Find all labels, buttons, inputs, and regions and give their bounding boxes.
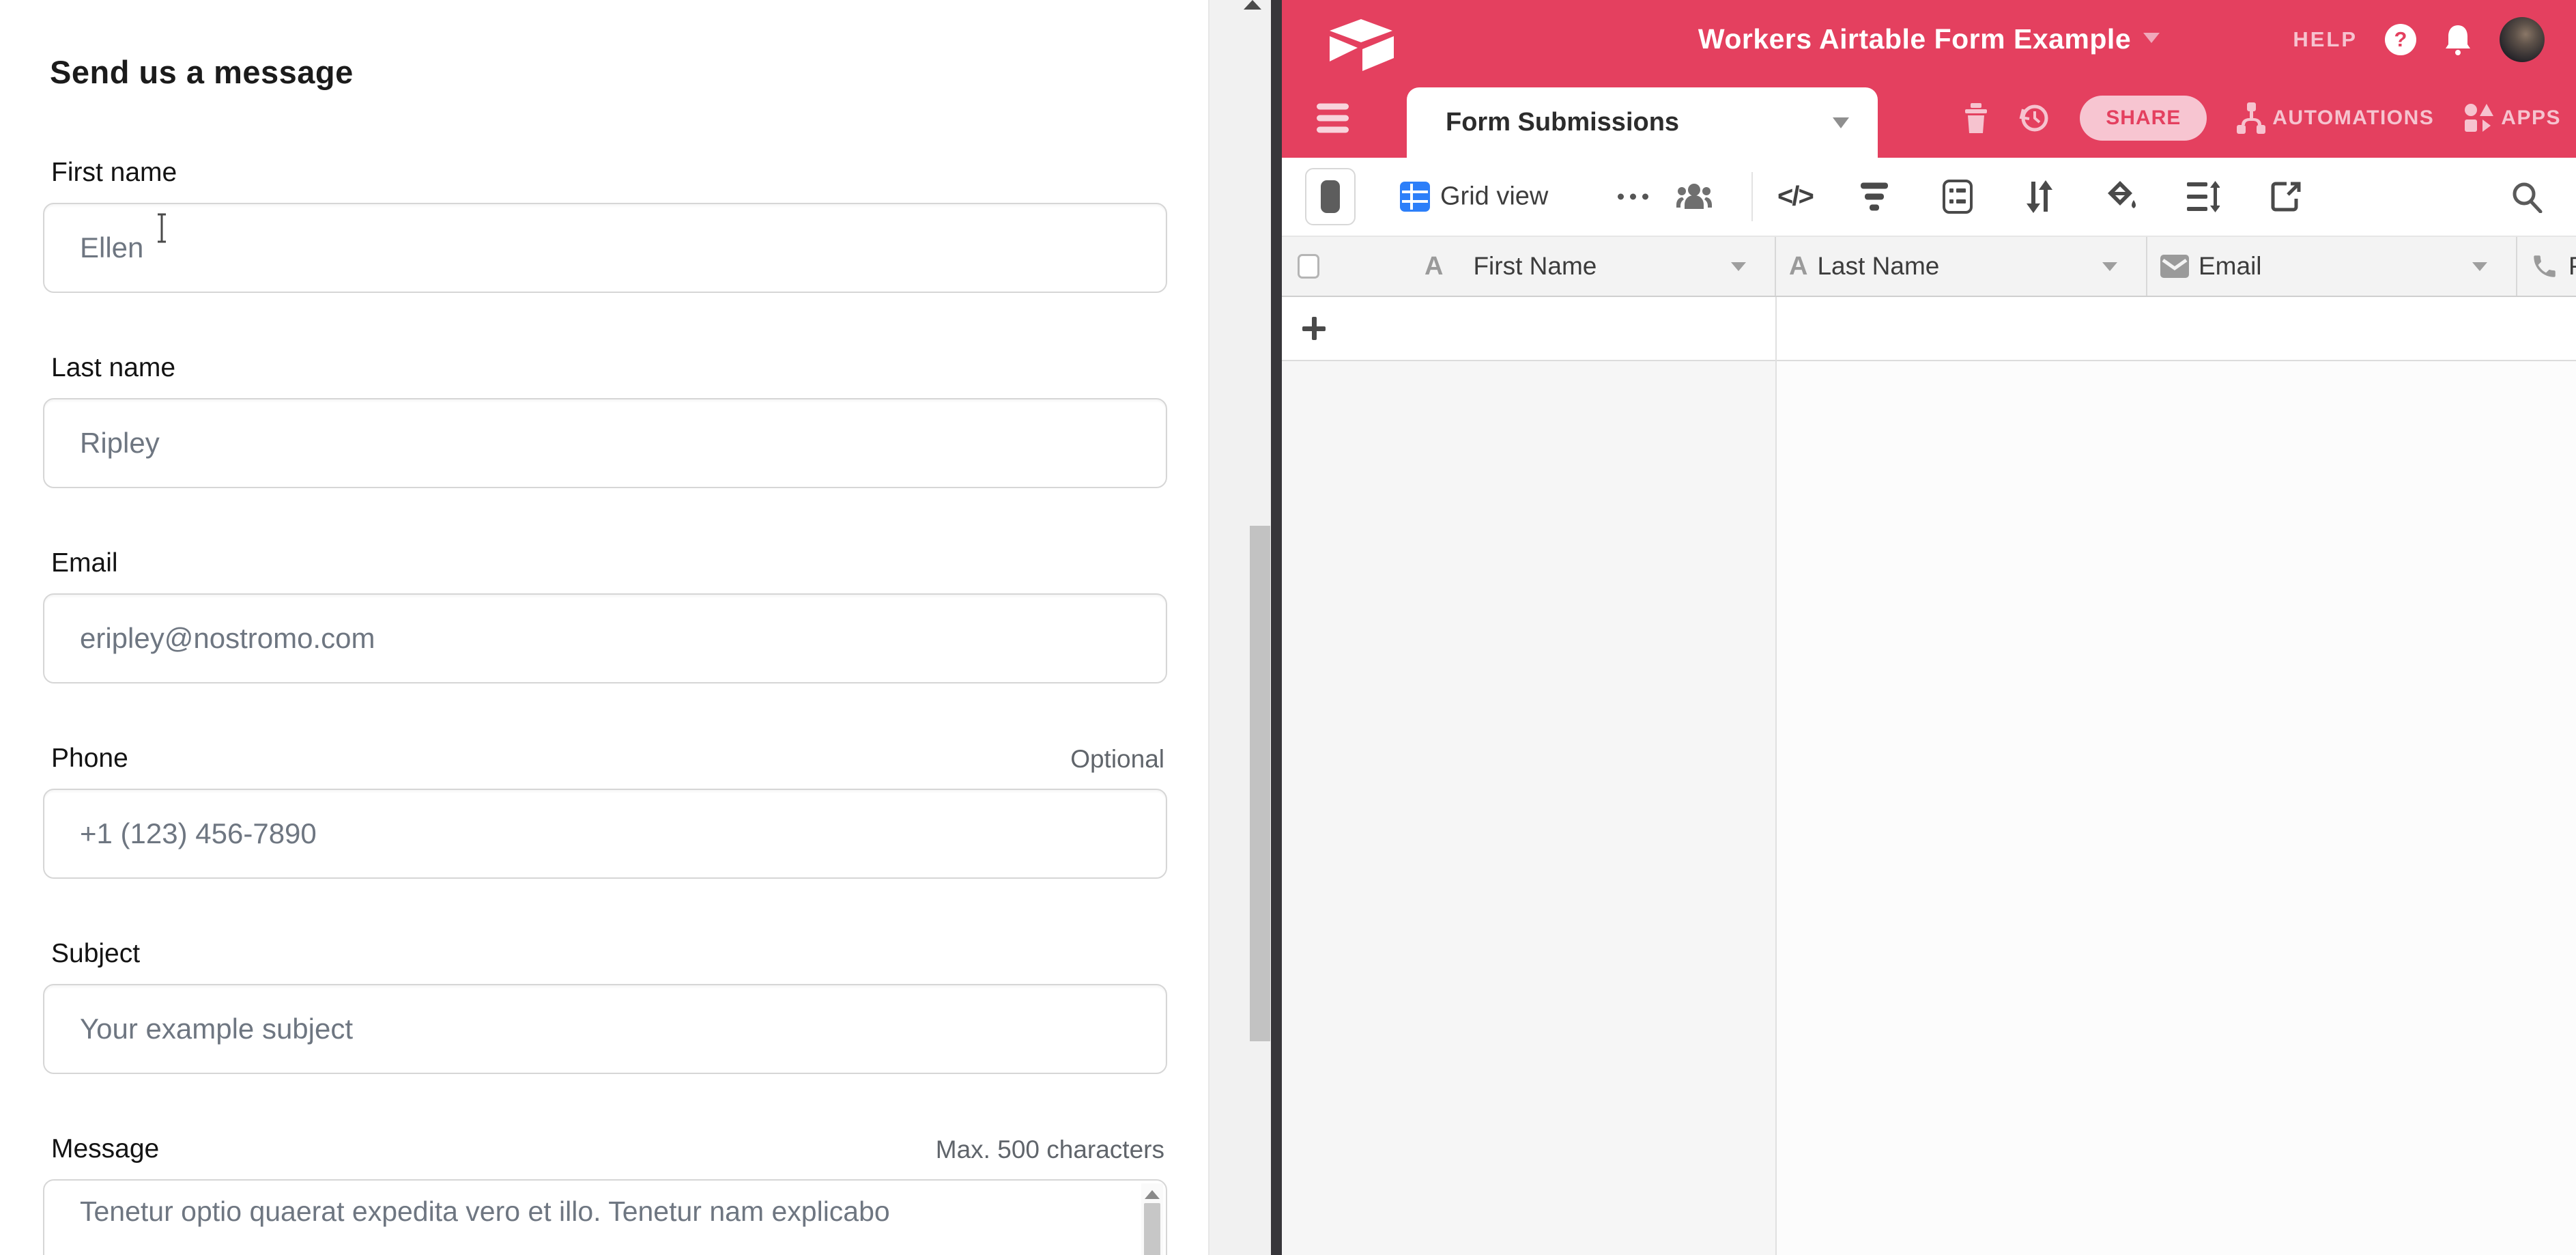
share-button-label: SHARE [2106,107,2181,130]
grid-view-icon [1399,181,1431,212]
message-label: Message [51,1134,159,1164]
automations-button[interactable]: AUTOMATIONS [2237,102,2434,134]
form-heading: Send us a message [50,53,1167,91]
airtable-window: Workers Airtable Form Example HELP ? For… [1282,0,2576,1255]
table-tab-form-submissions[interactable]: Form Submissions [1407,87,1878,158]
textarea-scrollbar-thumb[interactable] [1144,1203,1160,1255]
field-last-name: Last name Ripley [43,353,1167,488]
last-name-input[interactable]: Ripley [43,398,1167,488]
phone-field-icon [2530,252,2559,281]
color-icon[interactable] [2106,180,2138,214]
column-name: Email [2199,252,2262,281]
field-subject: Subject Your example subject [43,939,1167,1074]
column-menu-caret-icon[interactable] [2472,262,2487,271]
base-title[interactable]: Workers Airtable Form Example [1698,23,2131,55]
text-field-icon: A [1425,252,1443,281]
email-label: Email [51,548,118,578]
message-max-chars-hint: Max. 500 characters [936,1136,1164,1164]
contact-form-page: Send us a message First name Ellen Last … [0,0,1208,1255]
last-name-label: Last name [51,353,175,383]
email-placeholder: eripley@nostromo.com [80,622,375,655]
column-header-first-name[interactable]: A First Name [1412,237,1776,296]
column-name: Last Name [1817,252,1939,281]
grid-header-row: A First Name A Last Name Email [1282,237,2576,297]
filter-icon[interactable] [1861,183,1888,211]
field-email: Email eripley@nostromo.com [43,548,1167,683]
column-header-phone[interactable]: Phone [2517,237,2576,296]
textarea-scrollbar[interactable] [1141,1183,1163,1255]
phone-placeholder: +1 (123) 456-7890 [80,817,317,850]
view-toolbar: Grid view </> [1282,158,2576,237]
phone-label: Phone [51,744,128,774]
field-phone: Phone Optional +1 (123) 456-7890 [43,744,1167,879]
view-name[interactable]: Grid view [1440,182,1548,212]
view-sidebar-toggle-button[interactable] [1305,168,1356,225]
page-scrollbar-thumb[interactable] [1250,526,1270,1041]
phone-optional-hint: Optional [1070,745,1164,774]
select-all-checkbox[interactable] [1298,254,1319,279]
toolbar-divider [1751,172,1753,221]
phone-input[interactable]: +1 (123) 456-7890 [43,789,1167,879]
subject-placeholder: Your example subject [80,1013,353,1045]
column-header-last-name[interactable]: A Last Name [1776,237,2147,296]
apps-icon [2464,103,2494,133]
collaborators-icon[interactable] [1676,182,1712,212]
first-name-input[interactable]: Ellen [43,203,1167,293]
first-name-label: First name [51,158,177,188]
add-row-plus-icon[interactable] [1301,315,1327,341]
notifications-bell-icon[interactable] [2444,24,2472,55]
page-scroll-up-arrow-icon[interactable] [1244,0,1261,10]
share-view-icon[interactable] [2270,181,2302,212]
add-row[interactable] [1282,297,2576,361]
trash-icon[interactable] [1964,103,1988,133]
column-name: First Name [1473,252,1597,281]
email-field-icon [2160,255,2189,278]
last-name-placeholder: Ripley [80,427,160,460]
airtable-topbar: Workers Airtable Form Example HELP ? [1282,0,2576,79]
group-icon[interactable] [1943,180,1973,214]
field-message: Message Max. 500 characters Tenetur opti… [43,1134,1167,1255]
column-name: Phone [2568,252,2576,281]
grid-body-frozen-area [1282,361,1775,1255]
email-input[interactable]: eripley@nostromo.com [43,593,1167,683]
grid-body-scroll-area [1777,361,2576,1255]
window-divider [1271,0,1282,1255]
row-height-icon[interactable] [2187,181,2220,212]
user-avatar[interactable] [2500,17,2545,62]
share-button[interactable]: SHARE [2080,96,2207,141]
automations-label: AUTOMATIONS [2272,107,2434,130]
frozen-column-divider [1775,297,1777,1255]
base-title-caret-icon[interactable] [2143,33,2160,43]
hamburger-menu-icon[interactable] [1317,104,1349,133]
select-all-cell [1282,237,1412,296]
sort-icon[interactable] [2024,180,2055,213]
screen: Send us a message First name Ellen Last … [0,0,2576,1255]
apps-button[interactable]: APPS [2464,103,2561,133]
column-header-email[interactable]: Email [2147,237,2517,296]
message-textarea[interactable]: Tenetur optio quaerat expedita vero et i… [43,1179,1167,1255]
help-question-icon[interactable]: ? [2385,24,2416,55]
text-cursor-icon [155,212,169,244]
apps-label: APPS [2501,107,2561,130]
first-name-placeholder: Ellen [80,231,143,264]
api-code-icon[interactable]: </> [1777,182,1813,212]
field-first-name: First name Ellen [43,158,1167,293]
search-icon[interactable] [2510,180,2543,213]
subject-input[interactable]: Your example subject [43,984,1167,1074]
page-scrollbar[interactable] [1208,0,1271,1255]
table-caret-icon[interactable] [1833,117,1849,128]
sidebar-toggle-pill-icon [1321,180,1340,213]
help-button[interactable]: HELP [2293,27,2358,52]
automations-icon [2237,102,2265,134]
column-menu-caret-icon[interactable] [2102,262,2117,271]
subject-label: Subject [51,939,140,969]
view-more-options-icon[interactable] [1618,194,1648,200]
message-placeholder: Tenetur optio quaerat expedita vero et i… [80,1196,1104,1228]
airtable-tabbar: Form Submissions [1282,79,2576,158]
scroll-up-arrow-icon[interactable] [1145,1190,1160,1199]
column-menu-caret-icon[interactable] [1731,262,1746,271]
history-icon[interactable] [2018,102,2050,134]
table-name: Form Submissions [1446,108,1679,137]
text-field-icon: A [1789,252,1807,281]
